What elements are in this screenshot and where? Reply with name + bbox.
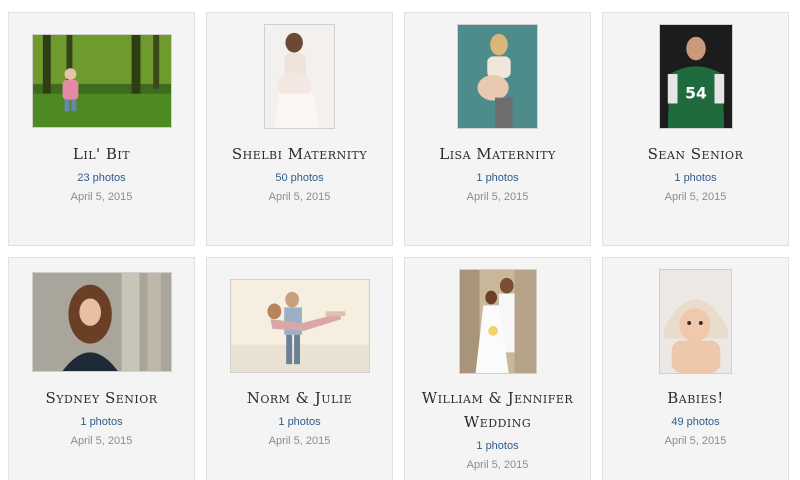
gallery-photo-count: 1 photos: [80, 416, 123, 428]
gallery-photo-count: 23 photos: [77, 172, 126, 184]
svg-text:54: 54: [685, 84, 707, 103]
gallery-thumbnail[interactable]: [458, 269, 537, 374]
gallery-photo-count: 1 photos: [476, 440, 519, 452]
gallery-title[interactable]: Sean Senior: [609, 142, 782, 166]
gallery-date: April 5, 2015: [70, 435, 133, 447]
gallery-thumbnail[interactable]: [31, 34, 172, 128]
gallery-title[interactable]: Babies!: [609, 386, 782, 410]
gallery-photo-count: 1 photos: [278, 416, 321, 428]
gallery-date: April 5, 2015: [466, 459, 529, 471]
gallery-thumbnail[interactable]: [229, 279, 370, 373]
gallery-card-shelbi-maternity[interactable]: Shelbi Maternity 50 photos April 5, 2015: [206, 12, 393, 246]
gallery-date: April 5, 2015: [70, 191, 133, 203]
gallery-thumbnail[interactable]: 54: [658, 24, 733, 129]
gallery-photo-count: 1 photos: [674, 172, 717, 184]
gallery-title[interactable]: Shelbi Maternity: [213, 142, 386, 166]
gallery-card-lisa-maternity[interactable]: Lisa Maternity 1 photos April 5, 2015: [404, 12, 591, 246]
gallery-thumbnail[interactable]: [659, 269, 732, 374]
gallery-date: April 5, 2015: [466, 191, 529, 203]
gallery-card-sydney-senior[interactable]: Sydney Senior 1 photos April 5, 2015: [8, 257, 195, 480]
gallery-grid: Lil' Bit 23 photos April 5, 2015 Shelbi …: [0, 0, 800, 480]
gallery-card-babies[interactable]: Babies! 49 photos April 5, 2015: [602, 257, 789, 480]
gallery-thumbnail[interactable]: [264, 24, 335, 129]
gallery-thumbnail[interactable]: [457, 24, 538, 129]
gallery-title[interactable]: Lisa Maternity: [411, 142, 584, 166]
gallery-title[interactable]: William & Jennifer Wedding: [411, 386, 584, 434]
gallery-title[interactable]: Sydney Senior: [15, 386, 188, 410]
gallery-title[interactable]: Lil' Bit: [15, 142, 188, 166]
gallery-date: April 5, 2015: [268, 435, 331, 447]
gallery-card-norm-julie[interactable]: Norm & Julie 1 photos April 5, 2015: [206, 257, 393, 480]
gallery-title[interactable]: Norm & Julie: [213, 386, 386, 410]
gallery-card-sean-senior[interactable]: 54 Sean Senior 1 photos April 5, 2015: [602, 12, 789, 246]
gallery-date: April 5, 2015: [664, 435, 727, 447]
gallery-photo-count: 1 photos: [476, 172, 519, 184]
gallery-photo-count: 50 photos: [275, 172, 324, 184]
gallery-card-william-jennifer-wedding[interactable]: William & Jennifer Wedding 1 photos Apri…: [404, 257, 591, 480]
gallery-photo-count: 49 photos: [671, 416, 720, 428]
gallery-date: April 5, 2015: [268, 191, 331, 203]
gallery-date: April 5, 2015: [664, 191, 727, 203]
gallery-thumbnail[interactable]: [31, 272, 172, 372]
gallery-card-lil-bit[interactable]: Lil' Bit 23 photos April 5, 2015: [8, 12, 195, 246]
